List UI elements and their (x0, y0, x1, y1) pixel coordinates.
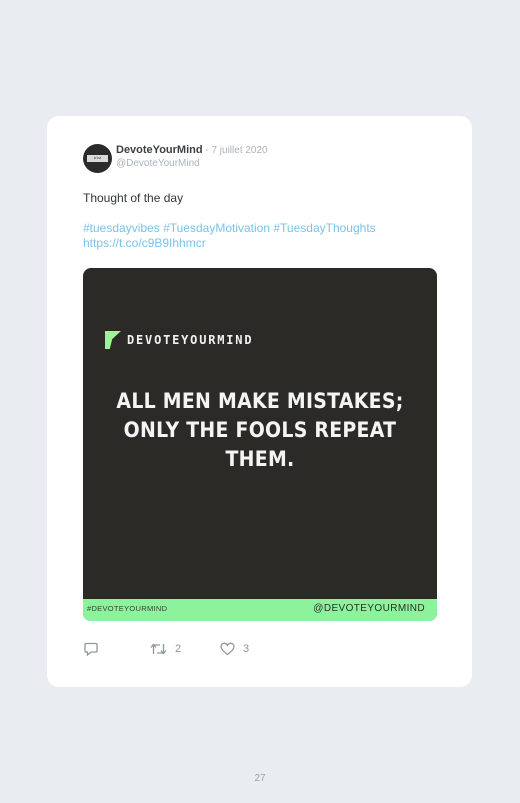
author-name[interactable]: DevoteYourMind (116, 144, 203, 156)
media-brand: DEVOTEYOURMIND (105, 330, 253, 350)
media-brand-name: DEVOTEYOURMIND (127, 333, 254, 347)
tweet-actions: 2 3 (83, 642, 283, 658)
media-footer-bar: #DEVOTEYOURMIND @DEVOTEYOURMIND (83, 599, 437, 621)
author-line: DevoteYourMind - 7 juillet 2020 (116, 144, 268, 156)
tweet-text: Thought of the day (83, 191, 184, 205)
page-number: 27 (254, 773, 266, 784)
retweet-button[interactable]: 2 (150, 642, 181, 656)
tweet-hashtags: #tuesdayvibes #TuesdayMotivation #Tuesda… (83, 221, 443, 251)
brand-flag-icon (105, 331, 121, 349)
hashtag-link[interactable]: #TuesdayMotivation (163, 221, 270, 235)
tweet-link[interactable]: https://t.co/c9B9Ihhmcr (83, 236, 206, 250)
like-button[interactable]: 3 (220, 642, 249, 656)
retweet-icon (150, 643, 167, 655)
reply-button[interactable] (83, 642, 107, 657)
retweet-count: 2 (175, 643, 182, 655)
author-handle[interactable]: @DevoteYourMind (116, 158, 200, 169)
like-icon (220, 642, 235, 656)
media-footer-left: #DEVOTEYOURMIND (87, 604, 168, 613)
tweet-date[interactable]: - 7 juillet 2020 (203, 145, 267, 156)
avatar-logo: DYM (87, 155, 108, 162)
like-count: 3 (243, 643, 250, 655)
avatar[interactable]: DYM (83, 144, 112, 173)
hashtag-link[interactable]: #tuesdayvibes (83, 221, 160, 235)
hashtag-link[interactable]: #TuesdayThoughts (273, 221, 375, 235)
tweet-media-image[interactable]: DEVOTEYOURMIND ALL MEN MAKE MISTAKES; ON… (83, 268, 437, 621)
media-footer-right: @DEVOTEYOURMIND (313, 603, 425, 614)
media-quote: ALL MEN MAKE MISTAKES; ONLY THE FOOLS RE… (116, 389, 404, 471)
reply-icon (84, 642, 98, 657)
tweet-card: DYM DevoteYourMind - 7 juillet 2020 @Dev… (47, 116, 472, 687)
